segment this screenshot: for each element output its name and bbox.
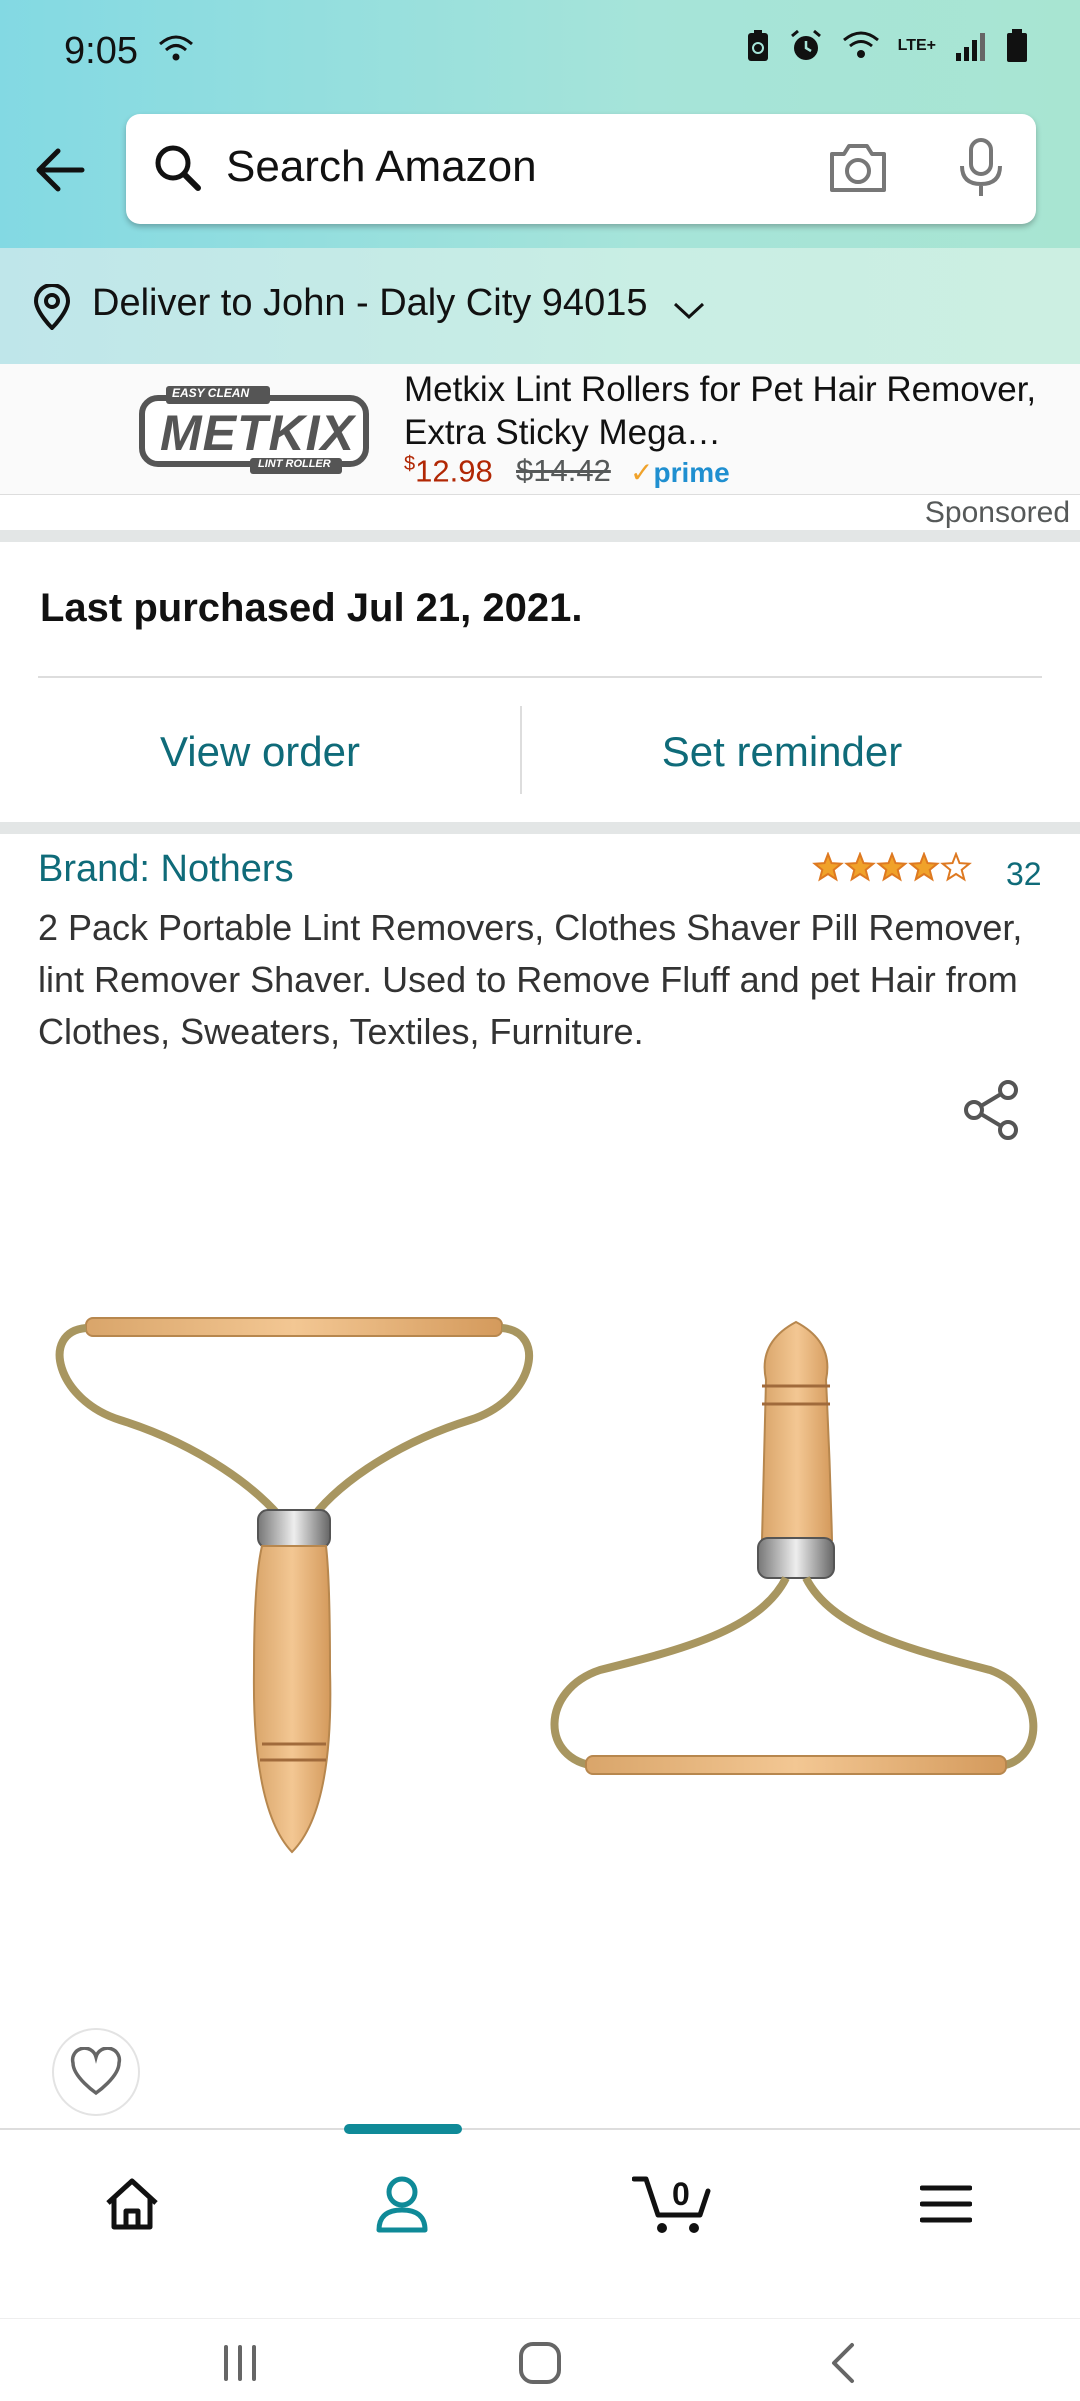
home-button-icon[interactable] <box>518 2341 562 2385</box>
system-navigation-bar <box>0 2318 1080 2401</box>
product-image[interactable] <box>0 1260 1080 1900</box>
star-rating[interactable] <box>812 852 972 884</box>
nav-menu[interactable] <box>896 2164 996 2244</box>
menu-icon <box>920 2185 972 2223</box>
star-filled-icon <box>844 852 876 882</box>
last-purchased-text: Last purchased Jul 21, 2021. <box>40 586 583 630</box>
camera-icon[interactable] <box>826 140 890 196</box>
status-icons: LTE+ <box>746 28 1028 64</box>
nav-account[interactable] <box>352 2164 452 2244</box>
back-arrow-icon[interactable] <box>30 140 90 200</box>
star-filled-icon <box>812 852 844 882</box>
metkix-logo-text: METKIX <box>160 405 355 461</box>
metkix-logo: EASY CLEAN METKIX LINT ROLLER <box>136 384 372 476</box>
microphone-icon[interactable] <box>956 136 1006 200</box>
section-divider <box>0 822 1080 834</box>
status-bar: 9:05 LTE+ <box>0 0 1080 100</box>
wishlist-button[interactable] <box>52 2028 140 2116</box>
search-input[interactable]: Search Amazon <box>226 142 537 192</box>
signal-icon <box>956 33 985 61</box>
network-type: LTE+ <box>897 37 936 54</box>
section-divider <box>0 530 1080 542</box>
brand-link[interactable]: Brand: Nothers <box>38 848 294 891</box>
deliver-to-bar[interactable]: Deliver to John - Daly City 94015 <box>0 248 1080 364</box>
nav-home[interactable] <box>82 2164 182 2244</box>
star-empty-icon <box>940 852 972 882</box>
alarm-icon <box>790 29 821 60</box>
battery-icon <box>1007 29 1027 62</box>
ad-price: $12.98 <box>404 453 493 489</box>
ad-title[interactable]: Metkix Lint Rollers for Pet Hair Remover… <box>404 368 1044 454</box>
search-bar[interactable]: Search Amazon <box>126 114 1036 224</box>
deliver-to-text: Deliver to John - Daly City 94015 <box>92 282 648 324</box>
chevron-down-icon <box>673 302 705 320</box>
divider <box>38 676 1042 678</box>
active-tab-indicator <box>344 2124 462 2134</box>
heart-icon <box>70 2047 122 2096</box>
product-title: 2 Pack Portable Lint Removers, Clothes S… <box>38 907 1023 1052</box>
bottom-navigation <box>0 2128 1080 2320</box>
battery-saver-icon <box>747 30 768 61</box>
view-order-button[interactable]: View order <box>0 700 520 804</box>
search-icon <box>155 145 201 191</box>
set-reminder-button[interactable]: Set reminder <box>522 700 1042 804</box>
prime-badge: ✓prime <box>630 457 730 488</box>
system-back-icon[interactable] <box>826 2341 860 2385</box>
sponsored-label: Sponsored <box>924 496 1070 529</box>
rating-count[interactable]: 32 <box>1006 856 1042 893</box>
location-pin-icon <box>33 284 71 330</box>
wifi-calling-icon <box>842 31 879 58</box>
star-filled-icon <box>908 852 940 882</box>
account-icon <box>376 2176 428 2233</box>
ad-old-price: $14.42 <box>516 453 611 488</box>
recent-apps-icon[interactable] <box>218 2343 262 2383</box>
wifi-icon <box>159 35 193 61</box>
cart-count: 0 <box>672 2176 690 2212</box>
star-filled-icon <box>876 852 908 882</box>
home-icon <box>106 2178 158 2230</box>
status-time: 9:05 <box>64 30 138 72</box>
sponsored-ad-banner[interactable]: EASY CLEAN METKIX LINT ROLLER Metkix Lin… <box>0 364 1080 495</box>
share-icon[interactable] <box>960 1078 1024 1142</box>
